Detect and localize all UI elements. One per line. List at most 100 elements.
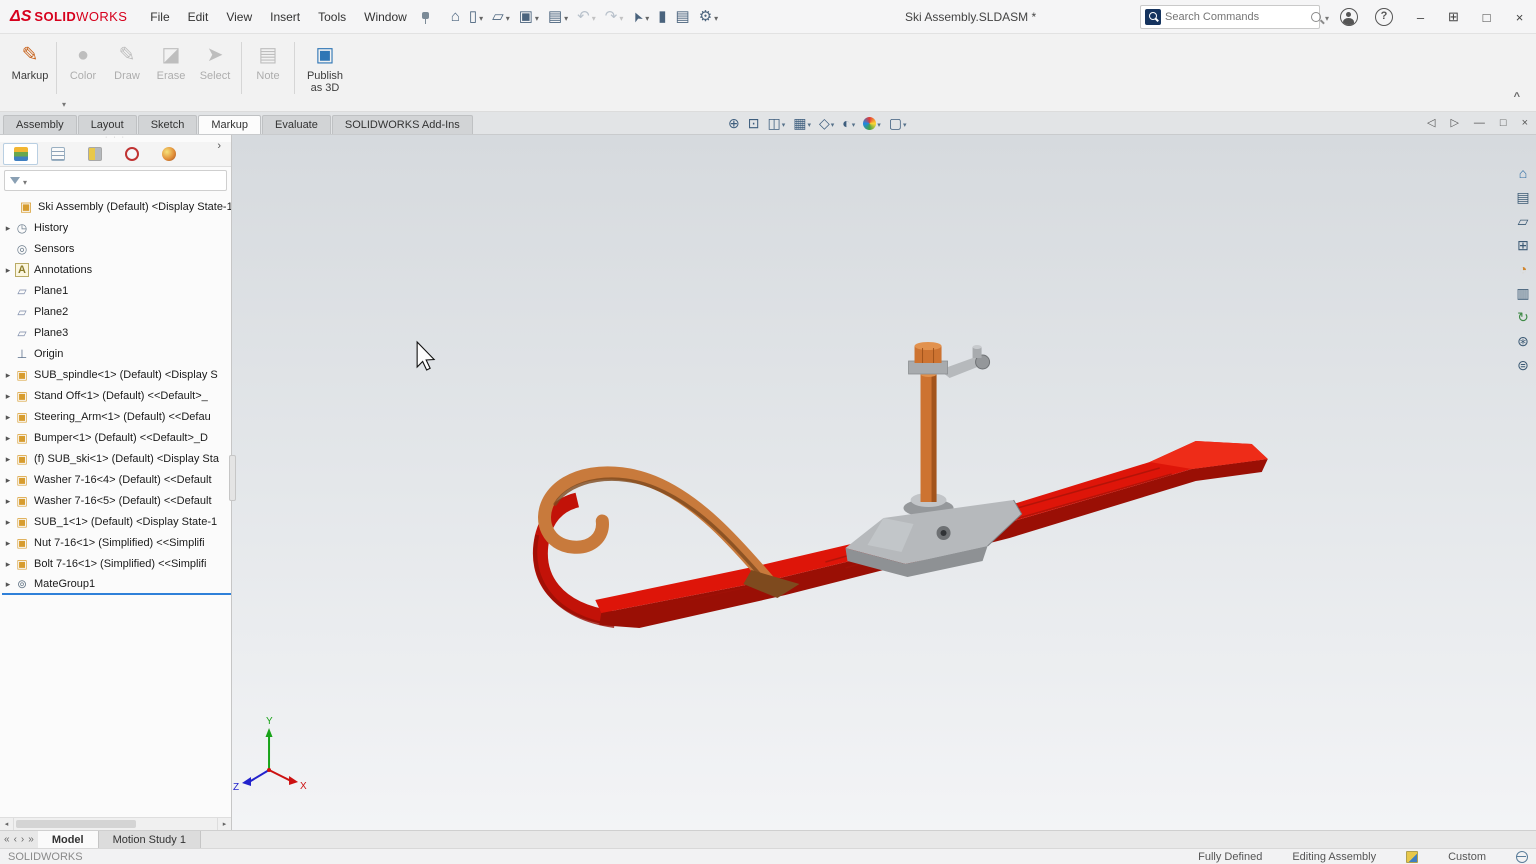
grid-icon[interactable]: ⊞ (1513, 235, 1533, 255)
pin-menu-icon[interactable] (420, 11, 432, 23)
search-commands-box[interactable] (1140, 5, 1320, 29)
command-tab[interactable]: Sketch (138, 115, 198, 134)
expand-arrow-icon[interactable] (2, 411, 14, 423)
menu-item[interactable]: Insert (261, 0, 309, 34)
expand-arrow-icon[interactable] (2, 222, 14, 234)
panel-tab[interactable] (114, 143, 149, 165)
search-icon[interactable] (1311, 12, 1321, 22)
expand-arrow-icon[interactable] (2, 264, 14, 276)
expand-arrow-icon[interactable] (2, 537, 14, 549)
menu-item[interactable]: Tools (309, 0, 355, 34)
undo-button[interactable]: ↶ (574, 7, 599, 27)
tree-item[interactable]: Sensors (2, 238, 231, 259)
menu-item[interactable]: Edit (179, 0, 218, 34)
study-tab[interactable]: Model (38, 831, 99, 848)
tree-item[interactable]: Washer 7-16<5> (Default) <<Default (2, 490, 231, 511)
search-dropdown-icon[interactable] (1325, 10, 1329, 24)
panel-tab[interactable] (77, 143, 112, 165)
expand-arrow-icon[interactable] (2, 390, 14, 402)
welcome-icon[interactable]: ▤ (1513, 187, 1533, 207)
panel-horizontal-scrollbar[interactable]: ◂ ▸ (0, 817, 231, 830)
zoom-fit-icon[interactable]: ⊕ (728, 115, 740, 131)
sheet-icon[interactable]: ▥ (1513, 283, 1533, 303)
publish-3d-button[interactable]: ▣ Publish as 3D (299, 39, 351, 97)
expand-arrow-icon[interactable] (2, 516, 14, 528)
tree-root-item[interactable]: Ski Assembly (Default) <Display State-1> (2, 196, 231, 217)
new-document-button[interactable]: ▯ (466, 7, 486, 27)
select-tool-button[interactable]: ➤ (629, 7, 652, 27)
draw-button[interactable]: ✎ Draw (105, 39, 149, 97)
tree-item[interactable]: (f) SUB_ski<1> (Default) <Display Sta (2, 448, 231, 469)
expand-arrow-icon[interactable] (2, 432, 14, 444)
spindle[interactable] (911, 371, 947, 507)
redo-button[interactable]: ↷ (602, 7, 627, 27)
command-tab[interactable]: SOLIDWORKS Add-Ins (332, 115, 473, 134)
spring-handle[interactable] (545, 473, 800, 598)
command-tab[interactable]: Evaluate (262, 115, 331, 134)
tree-item[interactable]: History (2, 217, 231, 238)
view-palette-icon[interactable]: ◔ (1513, 259, 1533, 279)
section-view-icon[interactable]: ◫ (767, 115, 785, 131)
tree-item[interactable]: Bolt 7-16<1> (Simplified) <<Simplifi (2, 553, 231, 574)
tree-item[interactable]: Plane3 (2, 322, 231, 343)
account-icon[interactable] (1340, 8, 1358, 26)
file-properties-button[interactable]: ▤ (673, 7, 693, 27)
menu-item[interactable]: View (217, 0, 261, 34)
tree-item[interactable]: Plane2 (2, 301, 231, 322)
scroll-thumb[interactable] (16, 820, 136, 828)
scroll-right-icon[interactable]: ▸ (217, 818, 231, 830)
expand-arrow-icon[interactable] (2, 495, 14, 507)
tree-item[interactable]: SUB_1<1> (Default) <Display State-1 (2, 511, 231, 532)
3dexperience-icon[interactable]: ⊛ (1513, 331, 1533, 351)
note-button[interactable]: ▤ Note (246, 39, 290, 97)
home-button[interactable]: ⌂ (448, 7, 463, 27)
folder-icon[interactable]: ▱ (1513, 211, 1533, 231)
open-button[interactable]: ▱ (489, 7, 513, 27)
previous-window-icon[interactable]: ◁ (1427, 116, 1435, 130)
panel-tab[interactable] (3, 143, 38, 165)
save-button[interactable]: ▣ (516, 7, 542, 27)
close-button[interactable]: × (1503, 0, 1536, 34)
window-minimize-icon[interactable]: — (1474, 116, 1485, 130)
expand-arrow-icon[interactable] (2, 369, 14, 381)
tree-item[interactable]: Plane1 (2, 280, 231, 301)
tab-scroll-icon[interactable]: « (4, 833, 10, 847)
tree-item[interactable]: Annotations (2, 259, 231, 280)
ribbon-collapse-icon[interactable] (1514, 91, 1520, 103)
study-tab[interactable]: Motion Study 1 (99, 831, 201, 848)
tree-item[interactable]: SUB_spindle<1> (Default) <Display S (2, 364, 231, 385)
steering-arm[interactable] (909, 342, 990, 378)
erase-button[interactable]: ◪ Erase (149, 39, 193, 97)
display-style-icon[interactable]: ▦ (793, 115, 811, 131)
tree-filter[interactable] (4, 170, 227, 191)
markup-button[interactable]: ✎ Markup (8, 39, 52, 97)
markup-flyout-caret-icon[interactable] (62, 100, 66, 109)
next-window-icon[interactable]: ▷ (1450, 116, 1458, 130)
print-button[interactable]: ▤ (545, 7, 571, 27)
minimize-button[interactable]: – (1404, 0, 1437, 34)
options-button[interactable]: ⚙ (696, 7, 721, 27)
layout-button[interactable]: ⊞ (1437, 0, 1470, 34)
tree-item[interactable]: Stand Off<1> (Default) <<Default>_ (2, 385, 231, 406)
expand-arrow-icon[interactable] (2, 578, 14, 590)
mount-assembly[interactable] (845, 499, 1021, 577)
panel-expand-icon[interactable] (217, 140, 221, 152)
menu-item[interactable]: File (141, 0, 178, 34)
tab-scroll-icon[interactable]: » (28, 833, 34, 847)
tree-item[interactable]: Steering_Arm<1> (Default) <<Defau (2, 406, 231, 427)
tree-item[interactable]: Washer 7-16<4> (Default) <<Default (2, 469, 231, 490)
panel-tab[interactable] (151, 143, 186, 165)
panel-tab[interactable] (40, 143, 75, 165)
hide-show-icon[interactable]: ◐ (842, 115, 855, 131)
sync-icon[interactable]: ↻ (1513, 307, 1533, 327)
expand-arrow-icon[interactable] (2, 474, 14, 486)
tree-item[interactable]: Bumper<1> (Default) <<Default>_D (2, 427, 231, 448)
menu-item[interactable]: Window (355, 0, 416, 34)
window-restore-icon[interactable]: □ (1500, 116, 1507, 130)
command-tab[interactable]: Assembly (3, 115, 77, 134)
zoom-area-icon[interactable]: ⊡ (748, 115, 760, 131)
restore-button[interactable]: □ (1470, 0, 1503, 34)
expand-arrow-icon[interactable] (2, 453, 14, 465)
status-units[interactable]: Custom (1448, 851, 1486, 863)
window-close-icon[interactable]: × (1522, 116, 1528, 130)
